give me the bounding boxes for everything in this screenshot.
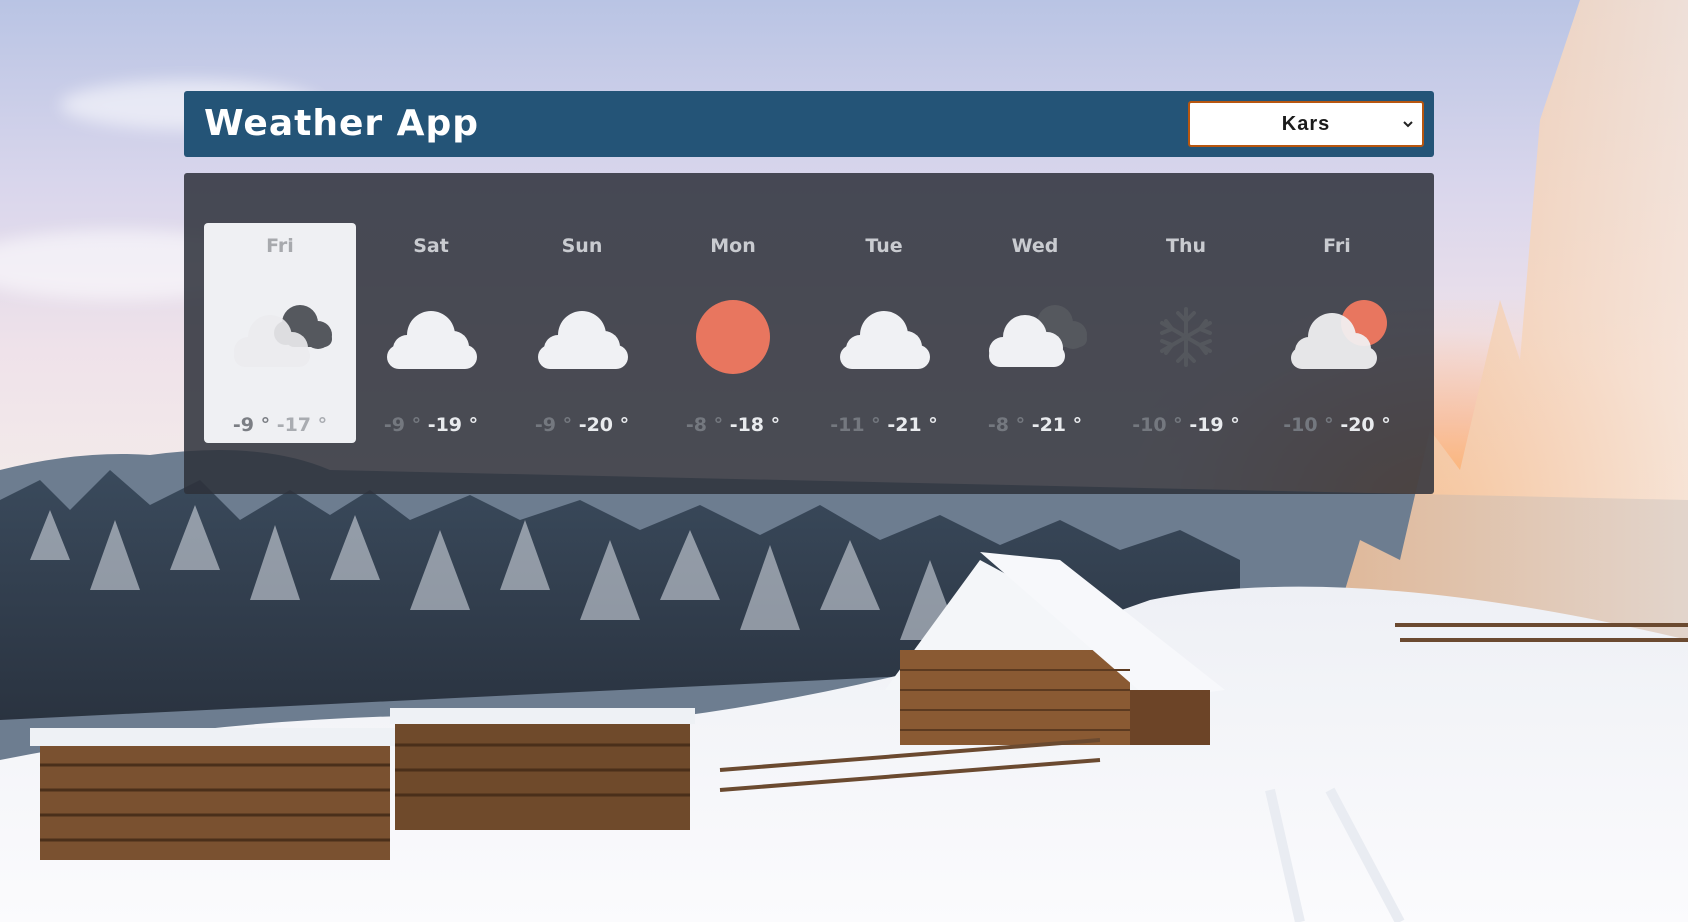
- day-name: Sat: [413, 235, 449, 257]
- day-name: Fri: [1323, 235, 1351, 257]
- partly-sunny-icon: [1291, 300, 1387, 369]
- forecast-panel: Fri -9 ° -17 ° Sat -9 ° -19 ° Sun -9 ° -…: [184, 173, 1434, 494]
- temp-min: -19 °: [427, 414, 479, 436]
- temp-min: -21 °: [887, 414, 938, 436]
- cloud-icon: [387, 311, 477, 369]
- day-card-fri[interactable]: Fri -9 ° -17 °: [204, 223, 356, 443]
- day-card-sat[interactable]: Sat -9 ° -19 °: [355, 223, 507, 443]
- cloudy-dark-icon: [989, 305, 1087, 367]
- temp-min: -18 °: [729, 414, 781, 436]
- cloud-icon: [840, 311, 930, 369]
- day-card-sun[interactable]: Sun -9 ° -20 °: [506, 223, 658, 443]
- app-title: Weather App: [204, 103, 480, 144]
- temperature-range: -10 ° -20 °: [1261, 414, 1413, 436]
- day-name: Tue: [865, 235, 903, 257]
- temp-max: -10 °: [1132, 414, 1183, 436]
- temp-min: -20 °: [578, 414, 630, 436]
- day-name: Thu: [1165, 235, 1206, 257]
- day-name: Fri: [266, 235, 294, 257]
- day-card-mon[interactable]: Mon -8 ° -18 °: [657, 223, 809, 443]
- temp-max: -8 °: [987, 414, 1026, 436]
- temperature-range: -8 ° -18 °: [657, 414, 809, 436]
- temp-min: -21 °: [1031, 414, 1083, 436]
- temperature-range: -9 ° -17 °: [204, 414, 356, 436]
- day-card-fri-next[interactable]: Fri -10 ° -20 °: [1261, 223, 1413, 443]
- day-card-wed[interactable]: Wed -8 ° -21 °: [959, 223, 1111, 443]
- day-name: Sun: [561, 235, 603, 257]
- temp-min: -19 °: [1189, 414, 1240, 436]
- city-select[interactable]: Kars: [1188, 101, 1424, 147]
- day-name: Mon: [710, 235, 756, 257]
- city-select-value: Kars: [1281, 113, 1331, 135]
- temperature-range: -9 ° -20 °: [506, 414, 658, 436]
- temp-min: -17 °: [276, 414, 328, 436]
- temp-min: -20 °: [1340, 414, 1391, 436]
- temp-max: -9 °: [383, 414, 422, 436]
- temp-max: -8 °: [685, 414, 724, 436]
- temp-max: -9 °: [232, 414, 271, 436]
- sun-icon: [696, 300, 770, 374]
- temperature-range: -11 ° -21 °: [808, 414, 960, 436]
- cloud-icon: [538, 311, 628, 369]
- temp-max: -10 °: [1283, 414, 1334, 436]
- day-name: Wed: [1011, 235, 1059, 257]
- day-card-tue[interactable]: Tue -11 ° -21 °: [808, 223, 960, 443]
- temp-max: -11 °: [830, 414, 881, 436]
- temperature-range: -10 ° -19 °: [1110, 414, 1262, 436]
- cloudy-dark-icon: [234, 305, 332, 367]
- temperature-range: -9 ° -19 °: [355, 414, 507, 436]
- temperature-range: -8 ° -21 °: [959, 414, 1111, 436]
- temp-max: -9 °: [534, 414, 573, 436]
- app-header: Weather App Kars: [184, 91, 1434, 157]
- chevron-down-icon: [1403, 121, 1413, 128]
- snowflake-icon: [1160, 307, 1212, 367]
- day-card-thu[interactable]: Thu -10 ° -19 °: [1110, 223, 1262, 443]
